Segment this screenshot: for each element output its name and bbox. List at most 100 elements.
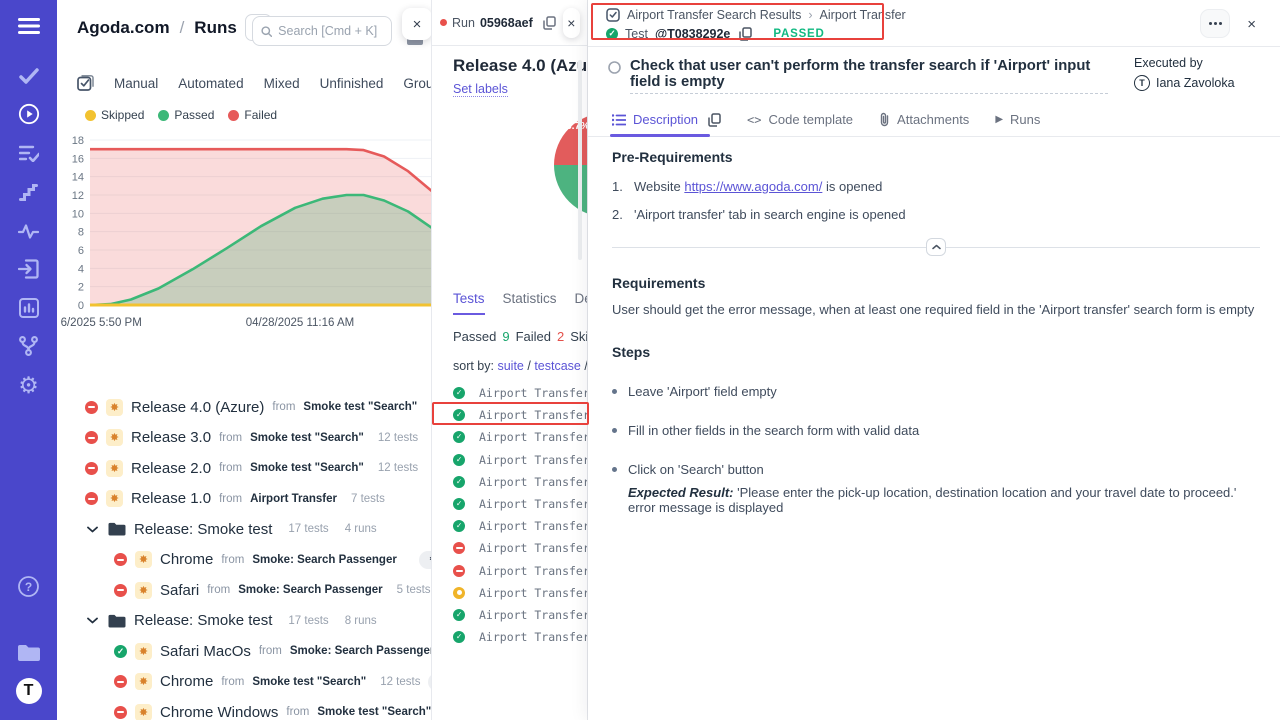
- chevron-down-icon[interactable]: [87, 526, 98, 533]
- test-list-item[interactable]: Airport Transfer: [432, 449, 588, 471]
- tab-code-template[interactable]: <>Code template: [747, 112, 853, 127]
- test-list-item[interactable]: Airport Transfer: [432, 537, 588, 559]
- run-source-suite: Smoke test "Search": [303, 401, 417, 413]
- projects-folder-icon[interactable]: [0, 638, 57, 666]
- test-list-item[interactable]: Airport Transfer: [432, 493, 588, 515]
- more-actions-button[interactable]: [1200, 9, 1230, 38]
- testomat-logo[interactable]: T: [0, 677, 57, 705]
- svg-text:?: ?: [25, 579, 32, 593]
- reports-nav-icon[interactable]: [0, 294, 57, 322]
- external-link[interactable]: https://www.agoda.com/: [684, 179, 822, 194]
- test-list-item[interactable]: Airport Transfer: [432, 604, 588, 626]
- requirements-body: User should get the error message, when …: [612, 302, 1260, 317]
- run-group-row[interactable]: Release: Smoke test 17 tests 8 runs: [57, 606, 432, 637]
- run-badges: ⚙MacOS⚙Chrome: [419, 551, 432, 569]
- sort-option-testcase[interactable]: testcase: [534, 359, 581, 373]
- runs-filter-tab[interactable]: Manual: [114, 76, 158, 91]
- legend-item: Passed: [158, 108, 214, 122]
- set-labels-link[interactable]: Set labels: [453, 82, 508, 97]
- test-status-icon: [453, 609, 465, 621]
- run-list-item[interactable]: ✸ Chrome from Smoke: Search Passenger ⚙M…: [57, 545, 432, 576]
- test-status-icon: [453, 587, 465, 599]
- test-list-item[interactable]: Airport Transfer: [432, 404, 588, 426]
- run-tests-count: 12 tests: [380, 676, 420, 688]
- breadcrumb-project[interactable]: Agoda.com: [77, 18, 170, 38]
- step-item: Leave 'Airport' field empty: [612, 384, 1260, 399]
- run-list-item[interactable]: ✸ Safari MacOs from Smoke: Search Passen…: [57, 636, 432, 667]
- test-plan-nav-icon[interactable]: [0, 139, 57, 167]
- run-status-icon: [85, 401, 98, 414]
- runs-filter-tab[interactable]: Unfinished: [320, 76, 384, 91]
- run-list-item[interactable]: ✸ Release 4.0 (Azure) from Smoke test "S…: [57, 392, 432, 423]
- branches-nav-icon[interactable]: [0, 332, 57, 360]
- runs-filter-tabs: Manual Automated Mixed Unfinished Groups: [77, 75, 432, 91]
- test-detail-panel: Airport Transfer Search Results › Airpor…: [588, 0, 1280, 720]
- run-name: Release 2.0: [131, 460, 211, 477]
- tab-description[interactable]: Description: [612, 112, 698, 127]
- test-list-item[interactable]: Airport Transfer: [432, 582, 588, 604]
- runs-filter-tab[interactable]: Groups: [403, 76, 432, 91]
- tab-runs[interactable]: ▶Runs: [995, 112, 1040, 127]
- scrollbar[interactable]: [578, 60, 582, 260]
- runs-filter-tab[interactable]: Mixed: [264, 76, 300, 91]
- settings-nav-icon[interactable]: ⚙: [0, 371, 57, 399]
- activity-nav-icon[interactable]: [0, 217, 57, 245]
- copy-icon: [543, 16, 556, 30]
- copy-description-button[interactable]: [708, 113, 721, 127]
- run-status-icon: [85, 462, 98, 475]
- runs-history-chart: 02468101214161804/26/2025 5:50 PM04/28/2…: [61, 128, 432, 336]
- help-icon[interactable]: ?: [0, 572, 57, 600]
- collapse-button[interactable]: [926, 238, 946, 256]
- sort-option-suite[interactable]: suite: [497, 359, 523, 373]
- milestones-nav-icon[interactable]: [0, 178, 57, 206]
- search-input[interactable]: [278, 24, 383, 38]
- breadcrumb-suite[interactable]: Airport Transfer Search Results: [627, 8, 801, 22]
- run-tab-tests[interactable]: Tests: [453, 291, 485, 315]
- copy-icon: [739, 27, 752, 41]
- test-name: Airport Transfer: [479, 497, 588, 511]
- run-from-label: from: [207, 584, 230, 596]
- svg-text:04/28/2025 11:16 AM: 04/28/2025 11:16 AM: [246, 317, 355, 329]
- run-tab-statistics[interactable]: Statistics: [503, 291, 557, 315]
- run-detail-header: Run 05968aef ×: [432, 0, 588, 46]
- select-runs-icon[interactable]: [77, 75, 94, 91]
- breadcrumb-subsuite[interactable]: Airport Transfer: [820, 8, 906, 22]
- check-nav-icon[interactable]: [0, 62, 57, 90]
- run-tests-count: 5 tests: [397, 584, 431, 596]
- test-list-item[interactable]: Airport Transfer: [432, 382, 588, 404]
- copy-test-id-button[interactable]: [737, 25, 754, 43]
- run-tests-count: 12 tests: [378, 432, 418, 444]
- tab-attachments[interactable]: Attachments: [879, 112, 969, 127]
- result-counts: Passed9Failed2Skipped: [453, 329, 588, 344]
- run-tab-defects[interactable]: Defects: [575, 291, 588, 315]
- run-group-row[interactable]: Release: Smoke test 17 tests 4 runs: [57, 514, 432, 545]
- chevron-down-icon[interactable]: [87, 617, 98, 624]
- runs-nav-icon[interactable]: [0, 100, 57, 128]
- run-list-item[interactable]: ✸ Chrome from Smoke test "Search" 12 tes…: [57, 667, 432, 698]
- test-title[interactable]: Check that user can't perform the transf…: [630, 58, 1108, 94]
- close-panel-button[interactable]: ×: [402, 8, 432, 40]
- count-value: 9: [502, 329, 509, 344]
- run-list-item[interactable]: ✸ Chrome Windows from Smoke test "Search…: [57, 697, 432, 720]
- run-list-item[interactable]: ✸ Safari from Smoke: Search Passenger 5 …: [57, 575, 432, 606]
- close-run-panel-button[interactable]: ×: [563, 8, 580, 38]
- import-nav-icon[interactable]: [0, 255, 57, 283]
- hamburger-menu-icon[interactable]: [0, 12, 57, 40]
- app-root: { "icons": { "gear": "⚙", "spark": "✸", …: [0, 0, 1280, 720]
- copy-run-id-button[interactable]: [541, 14, 558, 32]
- run-status-icon: [114, 553, 127, 566]
- close-detail-button[interactable]: ×: [1247, 16, 1256, 33]
- test-list-item[interactable]: Airport Transfer: [432, 471, 588, 493]
- run-tests-count: 12 tests: [378, 462, 418, 474]
- test-list-item[interactable]: Airport Transfer: [432, 426, 588, 448]
- run-list-item[interactable]: ✸ Release 3.0 from Smoke test "Search" 1…: [57, 423, 432, 454]
- test-list-item[interactable]: Airport Transfer: [432, 515, 588, 537]
- runs-filter-tab[interactable]: Automated: [178, 76, 243, 91]
- run-source-suite: Smoke test "Search": [250, 462, 364, 474]
- run-list-item[interactable]: ✸ Release 1.0 from Airport Transfer 7 te…: [57, 484, 432, 515]
- test-list-item[interactable]: Airport Transfer: [432, 626, 588, 648]
- test-name: Airport Transfer: [479, 408, 588, 422]
- test-list-item[interactable]: Airport Transfer: [432, 560, 588, 582]
- run-source-suite: Smoke: Search Passenger: [252, 554, 396, 566]
- run-list-item[interactable]: ✸ Release 2.0 from Smoke test "Search" 1…: [57, 453, 432, 484]
